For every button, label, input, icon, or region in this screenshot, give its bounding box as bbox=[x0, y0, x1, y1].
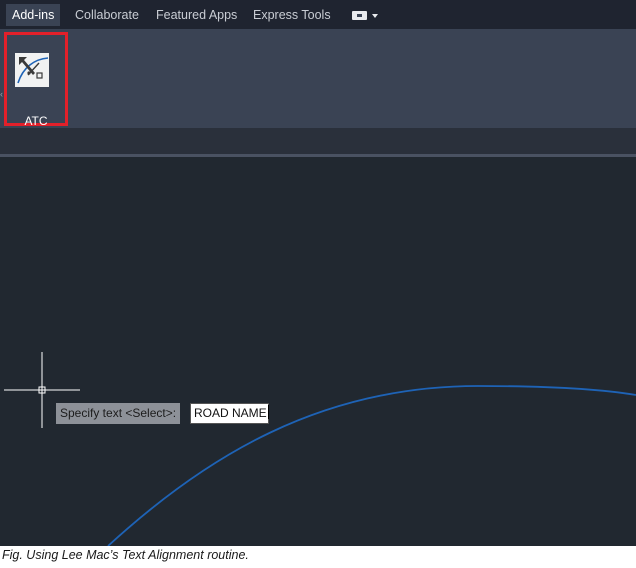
text-caret bbox=[267, 405, 269, 419]
panel-options-icon[interactable] bbox=[352, 10, 380, 22]
ribbon-panel-title-strip bbox=[0, 128, 636, 154]
tab-collaborate[interactable]: Collaborate bbox=[69, 4, 145, 26]
ribbon-panel: ‹ bbox=[0, 29, 636, 128]
autocad-window: Add-ins Collaborate Featured Apps Expres… bbox=[0, 0, 636, 546]
command-prompt-label: Specify text <Select>: bbox=[56, 403, 181, 424]
tab-featured-apps[interactable]: Featured Apps bbox=[150, 4, 243, 26]
tab-express-tools[interactable]: Express Tools bbox=[247, 4, 337, 26]
command-input[interactable]: ROAD NAME bbox=[190, 403, 269, 424]
command-input-value: ROAD NAME bbox=[194, 406, 267, 420]
road-arc bbox=[107, 385, 636, 546]
figure-caption: Fig. Using Lee Mac’s Text Alignment rout… bbox=[2, 548, 249, 562]
text-curve-align-icon bbox=[15, 53, 49, 87]
atc-label: ATC bbox=[24, 114, 48, 128]
tab-add-ins[interactable]: Add-ins bbox=[6, 4, 61, 26]
atc-tool-button[interactable]: ATC bbox=[4, 32, 68, 128]
ribbon-tab-bar: Add-ins Collaborate Featured Apps Expres… bbox=[0, 0, 636, 29]
drawing-area[interactable] bbox=[0, 157, 636, 546]
chevron-down-icon bbox=[372, 14, 378, 18]
